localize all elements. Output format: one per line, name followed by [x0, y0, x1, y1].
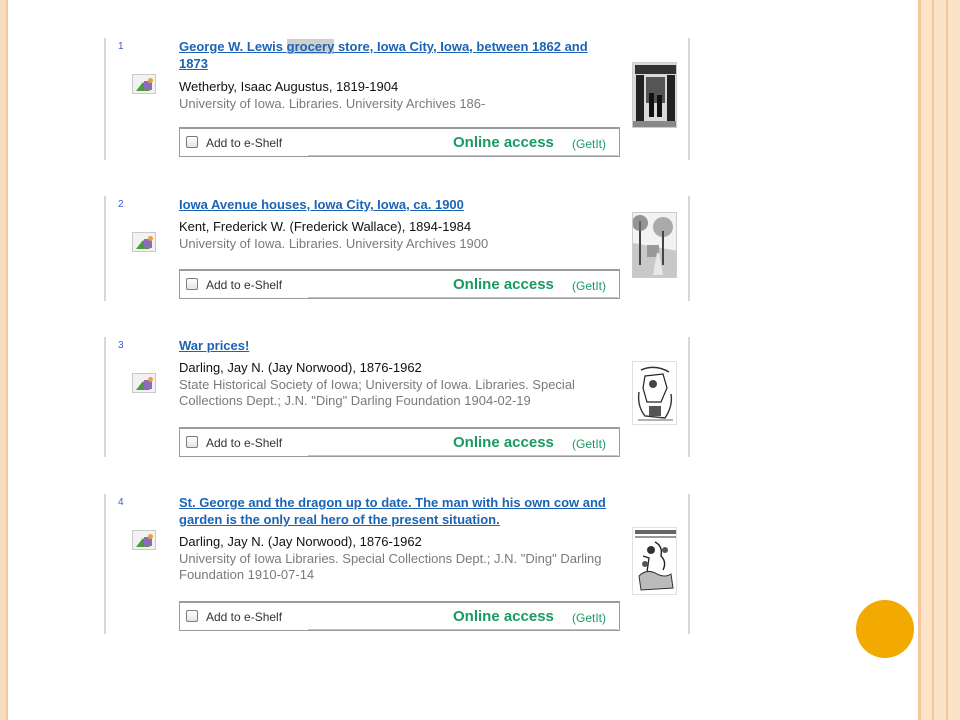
add-to-eshelf-checkbox[interactable]	[186, 278, 198, 290]
result-number: 3	[118, 340, 124, 351]
decorative-circle	[856, 600, 914, 658]
result-source: University of Iowa. Libraries. Universit…	[179, 96, 486, 111]
result-record: 3 War prices! Darling, Jay N. (Jay Norwo…	[104, 337, 690, 457]
result-author: Darling, Jay N. (Jay Norwood), 1876-1962	[179, 534, 422, 549]
result-title-link[interactable]: St. George and the dragon up to date. Th…	[179, 494, 619, 528]
storefront-photo-thumbnail[interactable]	[632, 62, 677, 128]
result-author: Kent, Frederick W. (Frederick Wallace), …	[179, 219, 472, 234]
online-access-link[interactable]: Online access	[453, 134, 554, 151]
cartoon-thumbnail[interactable]	[632, 361, 677, 425]
result-record: 2 Iowa Avenue houses, Iowa City, Iowa, c…	[104, 196, 690, 301]
result-author: Wetherby, Isaac Augustus, 1819-1904	[179, 79, 399, 94]
add-to-eshelf-label[interactable]: Add to e-Shelf	[206, 136, 282, 150]
image-type-icon	[132, 232, 156, 252]
image-type-icon	[132, 373, 156, 393]
slide-right-border	[918, 0, 960, 720]
result-record: 4 St. George and the dragon up to date. …	[104, 494, 690, 634]
result-author: Darling, Jay N. (Jay Norwood), 1876-1962	[179, 360, 422, 375]
getit-link[interactable]: (GetIt)	[572, 137, 606, 151]
getit-link[interactable]: (GetIt)	[572, 611, 606, 625]
actions-bar: Add to e-Shelf Online access (GetIt)	[179, 269, 620, 299]
result-number: 4	[118, 497, 124, 508]
result-number: 2	[118, 199, 124, 210]
online-access-link[interactable]: Online access	[453, 276, 554, 293]
result-record: 1 George W. Lewis grocery store, Iowa Ci…	[104, 38, 690, 160]
add-to-eshelf-label[interactable]: Add to e-Shelf	[206, 278, 282, 292]
add-to-eshelf-checkbox[interactable]	[186, 610, 198, 622]
result-source: University of Iowa. Libraries. Universit…	[179, 236, 489, 251]
result-source: University of Iowa Libraries. Special Co…	[179, 551, 602, 582]
street-photo-thumbnail[interactable]	[632, 212, 677, 278]
online-access-link[interactable]: Online access	[453, 434, 554, 451]
getit-link[interactable]: (GetIt)	[572, 279, 606, 293]
add-to-eshelf-label[interactable]: Add to e-Shelf	[206, 610, 282, 624]
add-to-eshelf-label[interactable]: Add to e-Shelf	[206, 436, 282, 450]
getit-link[interactable]: (GetIt)	[572, 437, 606, 451]
image-type-icon	[132, 74, 156, 94]
online-access-link[interactable]: Online access	[453, 608, 554, 625]
add-to-eshelf-checkbox[interactable]	[186, 136, 198, 148]
result-title-link[interactable]: War prices!	[179, 337, 619, 354]
result-title-link[interactable]: George W. Lewis grocery store, Iowa City…	[179, 38, 619, 72]
slide-left-border	[0, 0, 8, 720]
result-source: State Historical Society of Iowa; Univer…	[179, 377, 575, 408]
actions-bar: Add to e-Shelf Online access (GetIt)	[179, 601, 620, 631]
image-type-icon	[132, 530, 156, 550]
actions-bar: Add to e-Shelf Online access (GetIt)	[179, 127, 620, 157]
actions-bar: Add to e-Shelf Online access (GetIt)	[179, 427, 620, 457]
cartoon-thumbnail[interactable]	[632, 527, 677, 595]
result-title-link[interactable]: Iowa Avenue houses, Iowa City, Iowa, ca.…	[179, 196, 619, 213]
add-to-eshelf-checkbox[interactable]	[186, 436, 198, 448]
result-number: 1	[118, 41, 124, 52]
